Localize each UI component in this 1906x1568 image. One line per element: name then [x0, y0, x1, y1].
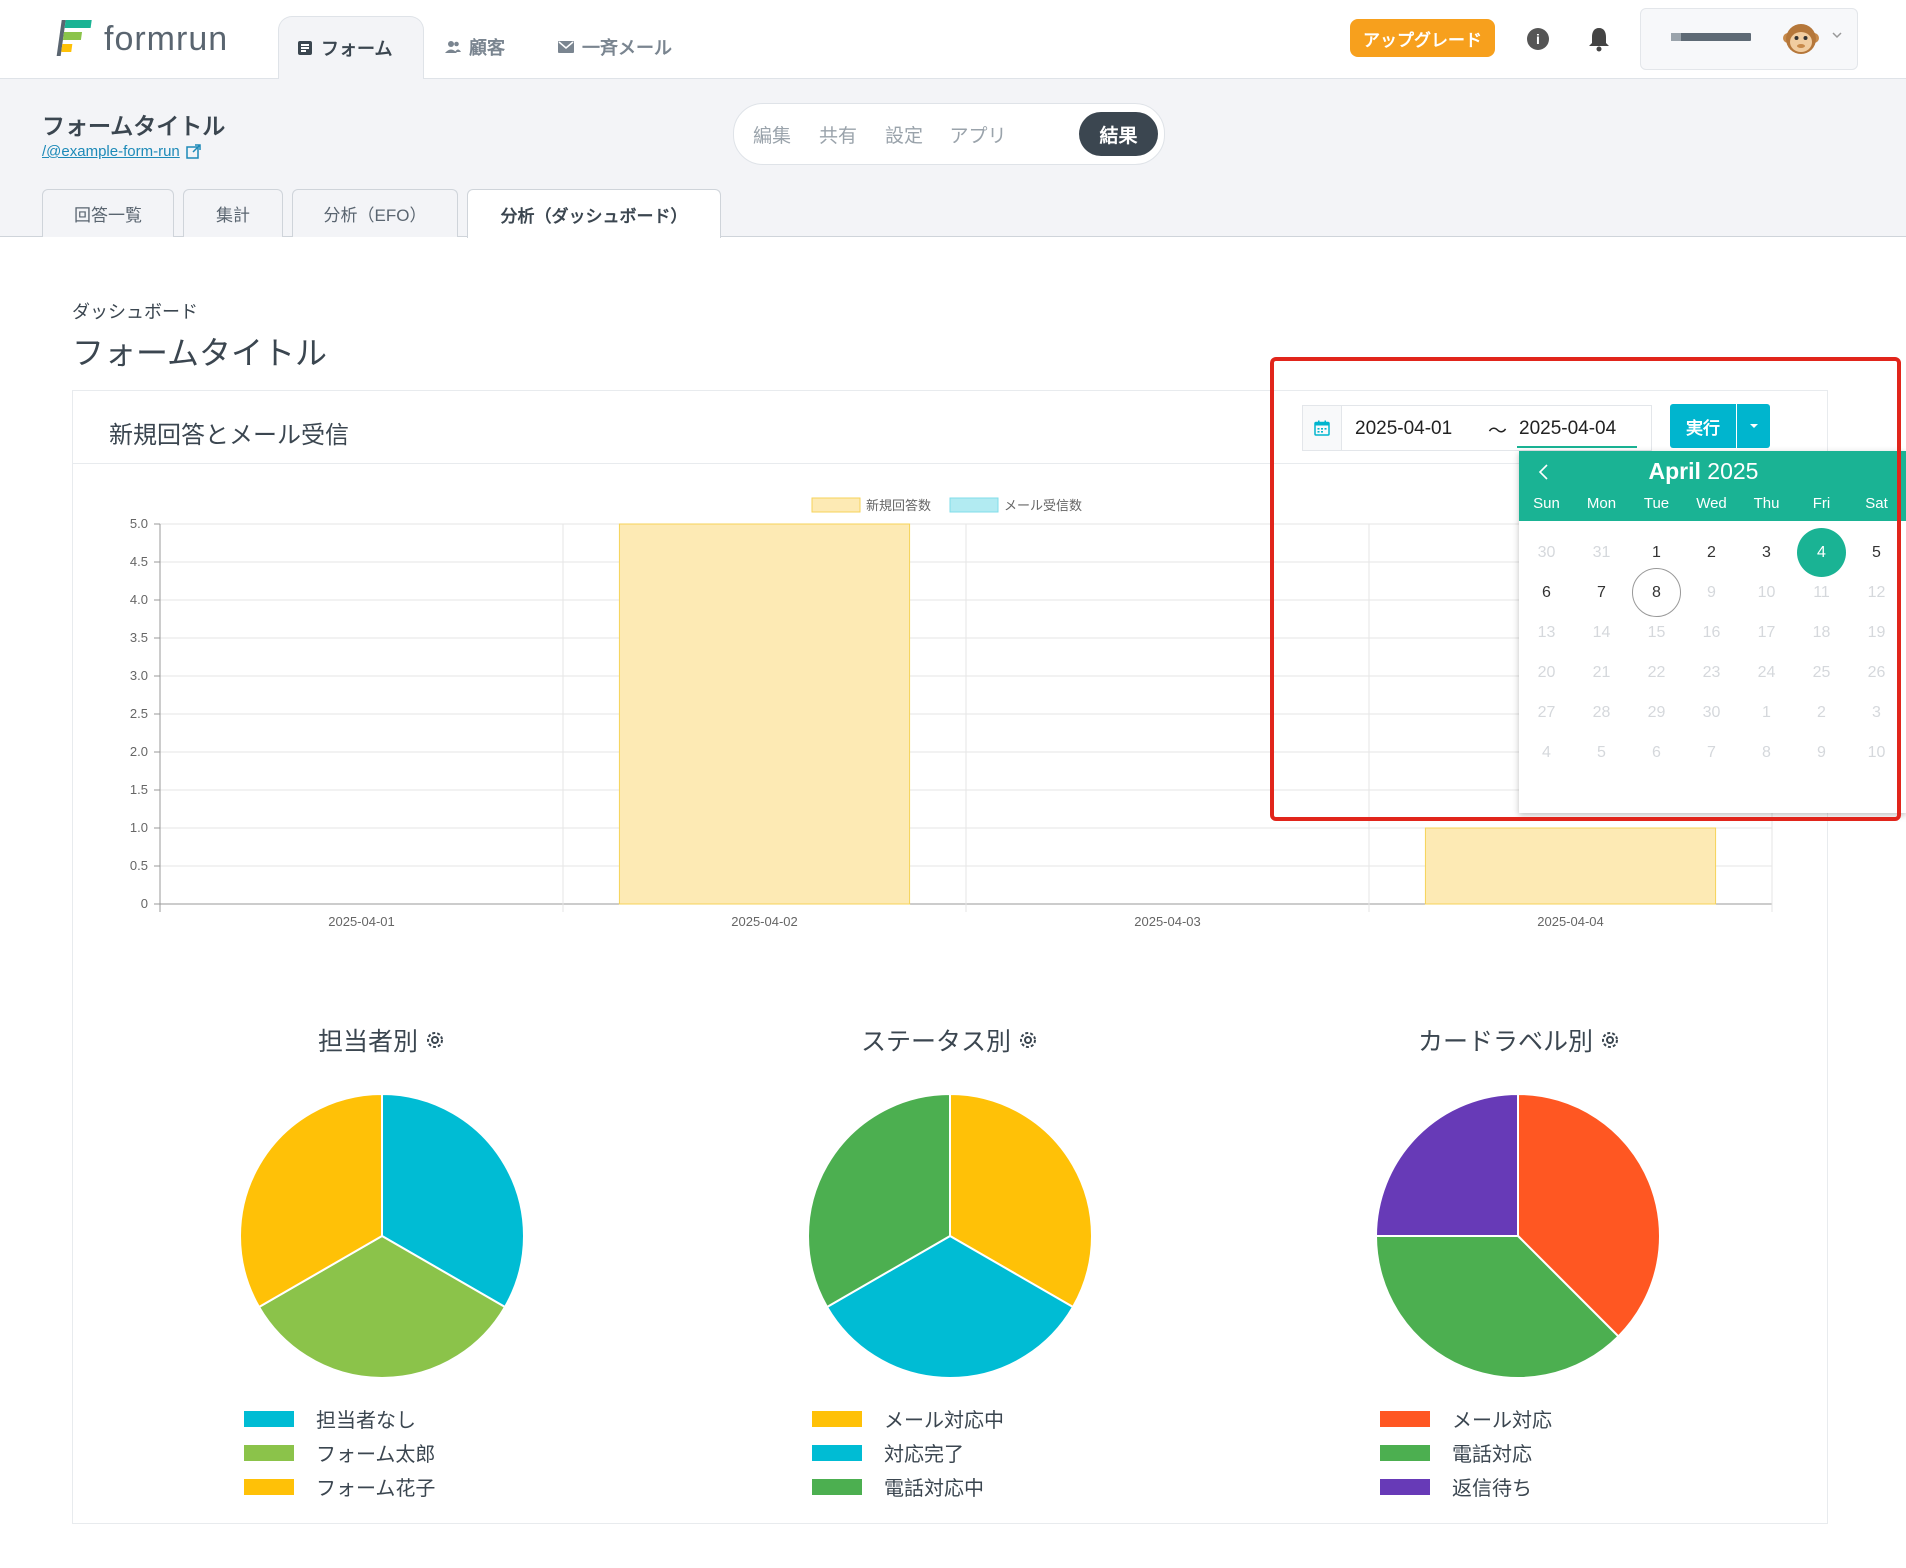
- pie-title-text: ステータス別: [861, 1028, 1012, 1056]
- y-tick-label: 4.5: [130, 554, 148, 569]
- bar-new-responses: [618, 523, 911, 905]
- calendar-month: April: [1648, 458, 1701, 484]
- end-date-focus-line: [1517, 446, 1637, 448]
- calendar-day: 10: [1867, 743, 1886, 761]
- weekday-label: Sun: [1533, 495, 1560, 512]
- caret-down-icon: [1749, 424, 1758, 428]
- legend-label: 返信待ち: [1452, 1478, 1532, 1500]
- chart-legend-swatch: [949, 497, 999, 513]
- date-separator: 〜: [1488, 421, 1508, 442]
- calendar-day: 6: [1652, 743, 1661, 761]
- legend-swatch: [812, 1478, 862, 1495]
- legend-swatch: [244, 1410, 294, 1427]
- y-tick-label: 1.5: [130, 782, 148, 797]
- x-tick-label: 2025-04-02: [731, 914, 798, 929]
- calendar-month-year: April 2025: [1519, 458, 1888, 485]
- date-range-input[interactable]: 2025-04-01 〜 2025-04-04: [1302, 405, 1652, 451]
- calendar-day: 4: [1542, 743, 1551, 761]
- weekday-label: Sat: [1865, 495, 1888, 512]
- weekday-label: Wed: [1696, 495, 1727, 512]
- legend-label: 電話対応: [1452, 1444, 1532, 1466]
- x-tick-label: 2025-04-01: [328, 914, 395, 929]
- legend-label: 担当者なし: [316, 1410, 416, 1432]
- legend-label: フォーム太郎: [316, 1444, 436, 1466]
- y-tick-label: 3.0: [130, 668, 148, 683]
- legend-swatch: [1380, 1410, 1430, 1427]
- pie-title-card-label: カードラベル別: [1418, 1022, 1621, 1058]
- pie-title-text: カードラベル別: [1418, 1028, 1594, 1056]
- date-picker-calendar: April 2025 Sun Mon Tue Wed Thu Fri Sat 30 31 1 2 3…: [1519, 451, 1906, 813]
- legend-label: メール対応中: [884, 1410, 1004, 1432]
- calendar-icon[interactable]: [1303, 406, 1342, 450]
- pie-title-assignee: 担当者別: [318, 1022, 446, 1058]
- y-tick-label: 3.5: [130, 630, 148, 645]
- run-dropdown-button[interactable]: [1737, 404, 1770, 448]
- weekday-label: Fri: [1812, 495, 1831, 512]
- start-date-field[interactable]: 2025-04-01: [1355, 418, 1452, 440]
- chart-legend-label: 新規回答数: [866, 498, 931, 513]
- calendar-day: 8: [1762, 743, 1771, 761]
- legend-swatch: [812, 1410, 862, 1427]
- legend-item: メール対応中: [812, 1404, 1004, 1433]
- calendar-day: 9: [1817, 743, 1826, 761]
- y-tick-label: 2.5: [130, 706, 148, 721]
- y-tick-label: 2.0: [130, 744, 148, 759]
- pie-title-text: 担当者別: [318, 1028, 419, 1056]
- calendar-day: 5: [1597, 743, 1606, 761]
- y-tick-label: 0: [141, 896, 148, 911]
- legend-item: フォーム太郎: [244, 1438, 435, 1467]
- gear-icon[interactable]: [1017, 1029, 1039, 1051]
- weekday-label: Thu: [1753, 495, 1780, 512]
- calendar-header: April 2025 Sun Mon Tue Wed Thu Fri Sat: [1519, 451, 1906, 521]
- legend-label: メール対応: [1452, 1410, 1552, 1432]
- chart-legend-swatch: [811, 497, 861, 513]
- gear-icon[interactable]: [424, 1029, 446, 1051]
- end-date-field[interactable]: 2025-04-04: [1519, 418, 1616, 440]
- pie-slice: [1374, 1092, 1519, 1237]
- legend-swatch: [1380, 1478, 1430, 1495]
- legend-item: 電話対応: [1380, 1438, 1532, 1467]
- legend-swatch: [812, 1444, 862, 1461]
- x-tick-label: 2025-04-04: [1537, 914, 1604, 929]
- legend-label: フォーム花子: [316, 1478, 436, 1500]
- legend-swatch: [244, 1478, 294, 1495]
- weekday-label: Mon: [1586, 495, 1617, 512]
- legend-item: 電話対応中: [812, 1472, 984, 1501]
- legend-swatch: [244, 1444, 294, 1461]
- y-tick-label: 0.5: [130, 858, 148, 873]
- gear-icon[interactable]: [1599, 1029, 1621, 1051]
- chart-legend-label: メール受信数: [1004, 498, 1082, 513]
- legend-swatch: [1380, 1444, 1430, 1461]
- x-tick-label: 2025-04-03: [1134, 914, 1201, 929]
- legend-label: 対応完了: [884, 1444, 964, 1466]
- legend-item: フォーム花子: [244, 1472, 435, 1501]
- legend-item: 返信待ち: [1380, 1472, 1532, 1501]
- bar-new-responses: [1424, 827, 1717, 905]
- legend-item: 担当者なし: [244, 1404, 416, 1433]
- calendar-day: 7: [1707, 743, 1716, 761]
- pie-title-status: ステータス別: [861, 1022, 1039, 1058]
- weekday-label: Tue: [1643, 495, 1670, 512]
- y-tick-label: 5.0: [130, 516, 148, 531]
- y-tick-label: 1.0: [130, 820, 148, 835]
- y-tick-label: 4.0: [130, 592, 148, 607]
- legend-item: 対応完了: [812, 1438, 964, 1467]
- legend-item: メール対応: [1380, 1404, 1552, 1433]
- run-button[interactable]: 実行: [1670, 404, 1736, 448]
- calendar-year: 2025: [1707, 458, 1759, 484]
- legend-label: 電話対応中: [884, 1478, 984, 1500]
